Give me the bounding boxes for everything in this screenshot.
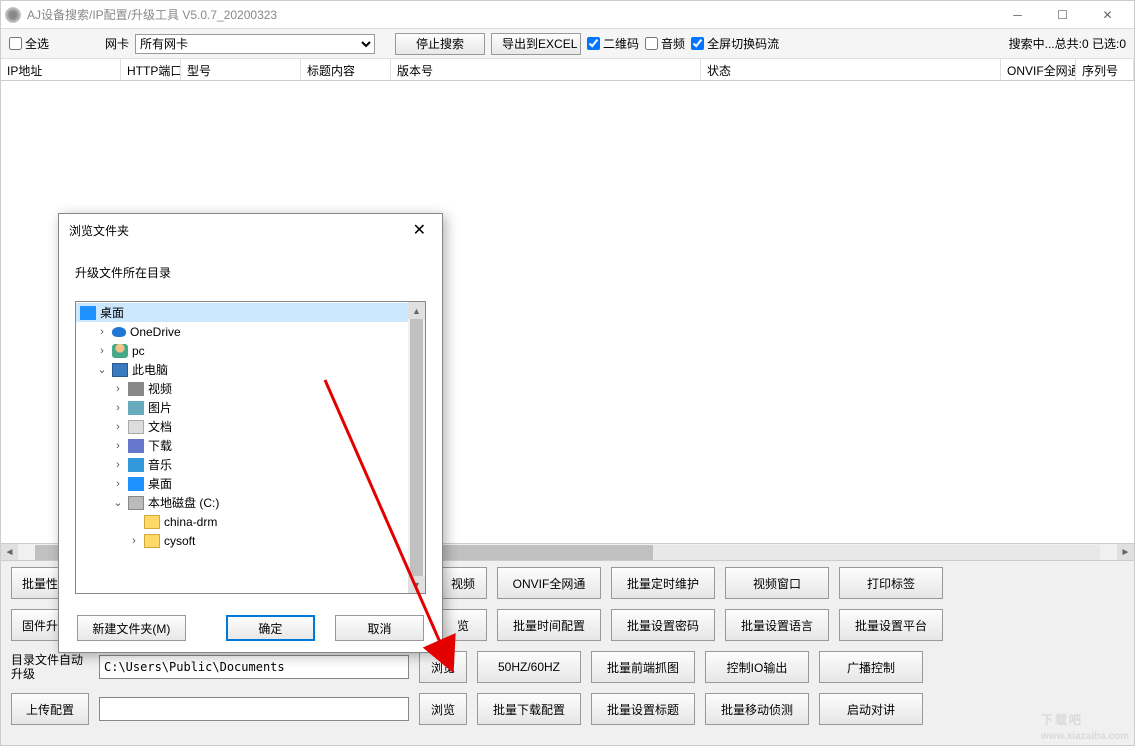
batch-password-button[interactable]: 批量设置密码 [611, 609, 715, 641]
nic-select[interactable]: 所有网卡 [135, 34, 375, 54]
auto-upgrade-label: 目录文件自动升级 [11, 653, 89, 682]
browse-folder-dialog: 浏览文件夹 ✕ 升级文件所在目录 桌面 ›OneDrive ›pc ⌄此电脑 ›… [58, 213, 443, 653]
batch-language-button[interactable]: 批量设置语言 [725, 609, 829, 641]
video-button[interactable]: 视频 [439, 567, 487, 599]
dialog-title: 浏览文件夹 [69, 222, 129, 239]
batch-title-button[interactable]: 批量设置标题 [591, 693, 695, 725]
tree-cysoft[interactable]: ›cysoft [76, 531, 425, 550]
batch-platform-button[interactable]: 批量设置平台 [839, 609, 943, 641]
audio-checkbox[interactable]: 音频 [645, 35, 685, 52]
scroll-down-icon[interactable]: ▼ [408, 576, 425, 593]
dialog-close-button[interactable]: ✕ [407, 218, 432, 242]
broadcast-button[interactable]: 广播控制 [819, 651, 923, 683]
tree-pictures[interactable]: ›图片 [76, 398, 425, 417]
export-excel-button[interactable]: 导出到EXCEL [491, 33, 581, 55]
stop-search-button[interactable]: 停止搜索 [395, 33, 485, 55]
config-path-input[interactable] [99, 697, 409, 721]
scroll-left-icon[interactable]: ◄ [1, 544, 18, 561]
col-state[interactable]: 状态 [701, 59, 1001, 80]
col-model[interactable]: 型号 [181, 59, 301, 80]
onvif-button[interactable]: ONVIF全网通 [497, 567, 601, 599]
search-status: 搜索中...总共:0 已选:0 [1009, 35, 1126, 52]
toolbar: 全选 网卡 所有网卡 停止搜索 导出到EXCEL 二维码 音频 全屏切换码流 搜… [1, 29, 1134, 59]
fullscreen-checkbox[interactable]: 全屏切换码流 [691, 35, 779, 52]
folder-tree[interactable]: 桌面 ›OneDrive ›pc ⌄此电脑 ›视频 ›图片 ›文档 ›下载 ›音… [75, 301, 426, 594]
tree-onedrive[interactable]: ›OneDrive [76, 322, 425, 341]
io-control-button[interactable]: 控制IO输出 [705, 651, 809, 683]
batch-maintain-button[interactable]: 批量定时维护 [611, 567, 715, 599]
window-title: AJ设备搜索/IP配置/升级工具 V5.0.7_20200323 [27, 6, 995, 23]
new-folder-button[interactable]: 新建文件夹(M) [77, 615, 186, 641]
tree-scrollbar[interactable]: ▲ ▼ [408, 302, 425, 593]
col-http-port[interactable]: HTTP端口 [121, 59, 181, 80]
tree-scroll-thumb[interactable] [410, 319, 423, 576]
batch-download-button[interactable]: 批量下载配置 [477, 693, 581, 725]
nic-label: 网卡 [105, 35, 129, 52]
batch-time-button[interactable]: 批量时间配置 [497, 609, 601, 641]
dialog-titlebar: 浏览文件夹 ✕ [59, 214, 442, 246]
cancel-button[interactable]: 取消 [335, 615, 424, 641]
scroll-up-icon[interactable]: ▲ [408, 302, 425, 319]
qrcode-checkbox[interactable]: 二维码 [587, 35, 639, 52]
browse-path-button[interactable]: 浏览 [419, 651, 467, 683]
batch-snapshot-button[interactable]: 批量前端抓图 [591, 651, 695, 683]
upload-config-button[interactable]: 上传配置 [11, 693, 89, 725]
select-all-checkbox[interactable]: 全选 [9, 35, 49, 52]
batch-motion-button[interactable]: 批量移动侦测 [705, 693, 809, 725]
minimize-button[interactable]: ─ [995, 2, 1040, 28]
col-onvif[interactable]: ONVIF全网通 [1001, 59, 1076, 80]
close-button[interactable]: ✕ [1085, 2, 1130, 28]
tree-video[interactable]: ›视频 [76, 379, 425, 398]
tree-downloads[interactable]: ›下载 [76, 436, 425, 455]
start-talk-button[interactable]: 启动对讲 [819, 693, 923, 725]
table-header: IP地址 HTTP端口 型号 标题内容 版本号 状态 ONVIF全网通 序列号 [1, 59, 1134, 81]
tree-desktop2[interactable]: ›桌面 [76, 474, 425, 493]
col-serial[interactable]: 序列号 [1076, 59, 1134, 80]
col-title[interactable]: 标题内容 [301, 59, 391, 80]
browse-config-button[interactable]: 浏览 [419, 693, 467, 725]
print-label-button[interactable]: 打印标签 [839, 567, 943, 599]
tree-user[interactable]: ›pc [76, 341, 425, 360]
tree-disk-c[interactable]: ⌄本地磁盘 (C:) [76, 493, 425, 512]
hz-button[interactable]: 50HZ/60HZ [477, 651, 581, 683]
scroll-right-icon[interactable]: ► [1117, 544, 1134, 561]
tree-desktop[interactable]: 桌面 [76, 303, 425, 322]
maximize-button[interactable]: ☐ [1040, 2, 1085, 28]
tree-documents[interactable]: ›文档 [76, 417, 425, 436]
tree-music[interactable]: ›音乐 [76, 455, 425, 474]
video-window-button[interactable]: 视频窗口 [725, 567, 829, 599]
tree-this-pc[interactable]: ⌄此电脑 [76, 360, 425, 379]
browse2-button[interactable]: 览 [439, 609, 487, 641]
col-ip[interactable]: IP地址 [1, 59, 121, 80]
titlebar: AJ设备搜索/IP配置/升级工具 V5.0.7_20200323 ─ ☐ ✕ [1, 1, 1134, 29]
watermark: 下载吧 www.xiazaiba.com [1041, 700, 1129, 742]
col-version[interactable]: 版本号 [391, 59, 701, 80]
ok-button[interactable]: 确定 [226, 615, 315, 641]
app-icon [5, 7, 21, 23]
upgrade-path-input[interactable] [99, 655, 409, 679]
tree-china-drm[interactable]: china-drm [76, 512, 425, 531]
dialog-prompt: 升级文件所在目录 [75, 264, 426, 281]
